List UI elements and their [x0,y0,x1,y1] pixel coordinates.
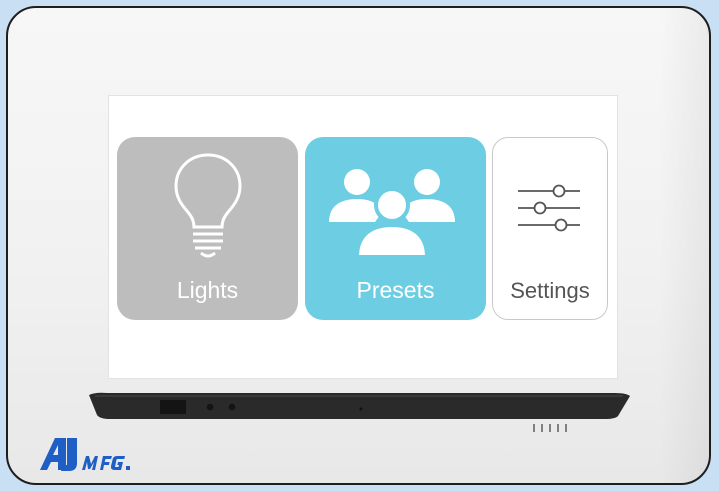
presets-tile[interactable]: Presets [305,137,486,320]
mic-hole [359,407,363,411]
device-bevel [659,8,709,483]
port-dot [228,403,236,411]
group-icon [329,169,455,259]
brand-logo [40,438,130,471]
speaker-grille [533,424,567,432]
panel-bottom-bar [89,392,630,419]
lightbulb-icon [174,153,242,258]
lights-tile[interactable]: Lights [117,137,298,320]
settings-label: Settings [510,278,590,303]
port-dot [206,403,214,411]
usb-port [160,400,186,414]
sliders-icon [518,184,580,232]
lights-label: Lights [176,277,239,303]
presets-label: Presets [356,277,435,303]
settings-tile[interactable]: Settings [492,137,608,320]
touchscreen: Lights Presets Settings [109,96,617,378]
